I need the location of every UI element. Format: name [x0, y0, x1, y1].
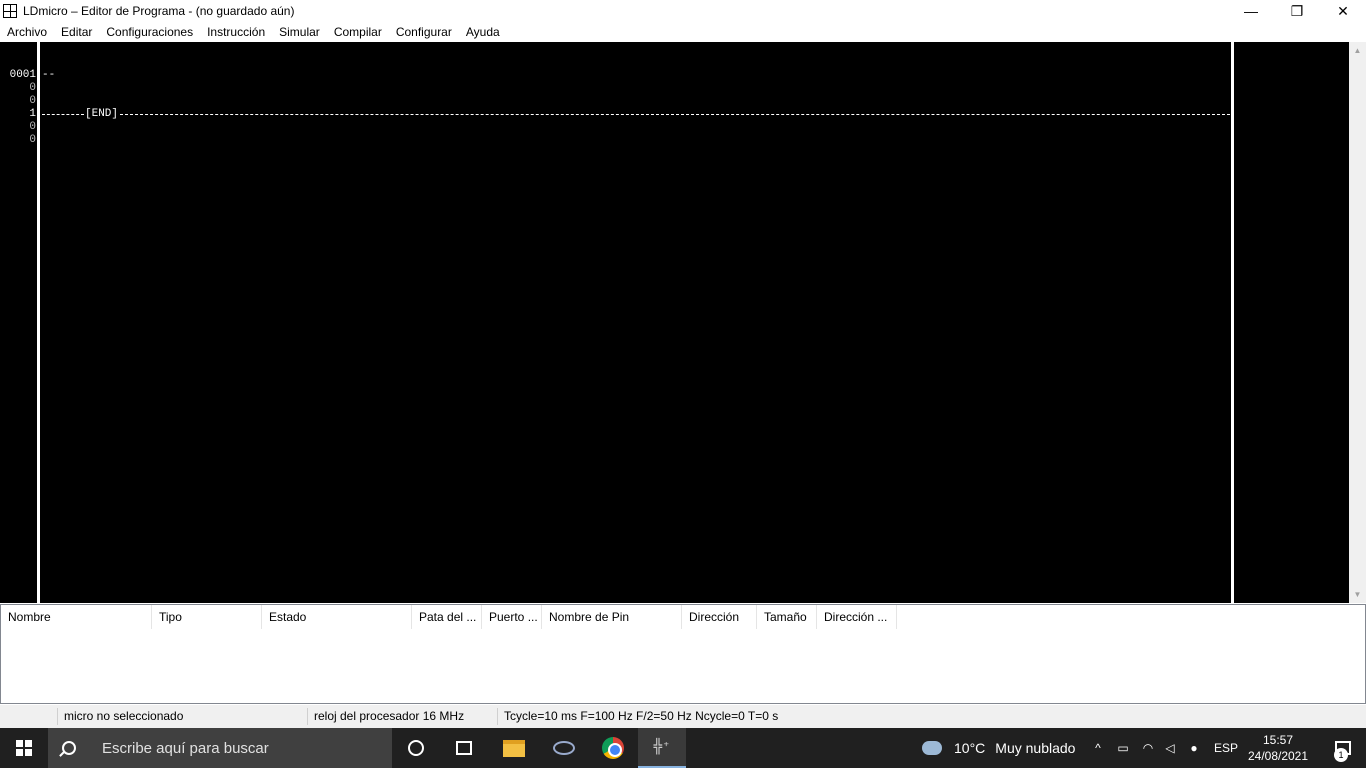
taskbar-search[interactable]: Escribe aquí para buscar [48, 728, 392, 768]
cortana-icon[interactable] [392, 728, 440, 768]
maximize-button[interactable]: ❐ [1274, 0, 1320, 22]
windows-icon [16, 740, 32, 756]
end-wire-right [120, 114, 1230, 115]
status-clock: reloj del procesador 16 MHz [314, 709, 465, 723]
security-alert-icon[interactable]: ● [1186, 740, 1202, 756]
search-placeholder: Escribe aquí para buscar [102, 739, 269, 757]
minimize-button[interactable]: — [1228, 0, 1274, 22]
file-explorer-icon[interactable] [490, 728, 538, 768]
language-indicator[interactable]: ESP [1214, 728, 1238, 768]
window-title: LDmicro – Editor de Programa - (no guard… [23, 4, 295, 18]
status-bar: micro no seleccionado reloj del procesad… [0, 705, 1366, 728]
menu-bar: Archivo Editar Configuraciones Instrucci… [0, 22, 1366, 42]
chevron-up-icon[interactable]: ^ [1090, 740, 1106, 756]
weather-description: Muy nublado [995, 740, 1076, 756]
column-estado[interactable]: Estado [262, 605, 412, 629]
wifi-icon[interactable]: ◠ [1140, 740, 1156, 756]
weather-widget[interactable]: 10°C Muy nublado [919, 728, 1076, 768]
cloudy-weather-icon [919, 736, 942, 755]
battery-icon[interactable]: ▭ [1115, 740, 1131, 756]
column-direccion-2[interactable]: Dirección ... [817, 605, 897, 629]
ladder-editor[interactable]: 0001 0 0 -- 1 0 0 [END] [0, 42, 1349, 603]
close-button[interactable]: ✕ [1320, 0, 1366, 22]
scroll-down-icon[interactable]: ▼ [1349, 586, 1366, 603]
clock[interactable]: 15:57 24/08/2021 [1243, 732, 1313, 764]
clock-date: 24/08/2021 [1247, 749, 1309, 763]
weather-temperature: 10°C [954, 740, 986, 756]
column-pata[interactable]: Pata del ... [412, 605, 482, 629]
app-icon [3, 4, 17, 18]
end-sub-number: 0 [29, 134, 36, 146]
start-button[interactable] [0, 728, 48, 768]
menu-instruccion[interactable]: Instrucción [200, 22, 272, 42]
menu-simular[interactable]: Simular [272, 22, 327, 42]
end-rung-number: 1 [29, 108, 36, 120]
status-cycle: Tcycle=10 ms F=100 Hz F/2=50 Hz Ncycle=0… [504, 709, 779, 723]
clock-time: 15:57 [1262, 733, 1294, 747]
scroll-up-icon[interactable]: ▲ [1349, 42, 1366, 59]
column-direccion[interactable]: Dirección [682, 605, 757, 629]
end-instruction[interactable]: [END] [85, 108, 118, 121]
column-nombre-pin[interactable]: Nombre de Pin [542, 605, 682, 629]
io-list-header: Nombre Tipo Estado Pata del ... Puerto .… [1, 605, 1365, 629]
vertical-scrollbar[interactable]: ▲ ▼ [1349, 42, 1366, 603]
column-puerto[interactable]: Puerto ... [482, 605, 542, 629]
rung-sub-number: 0 [29, 82, 36, 94]
menu-compilar[interactable]: Compilar [327, 22, 389, 42]
rung-sub-number: 0 [29, 95, 36, 107]
task-view-icon[interactable] [440, 728, 488, 768]
status-separator [57, 708, 58, 725]
volume-icon[interactable]: ◁ [1162, 740, 1178, 756]
right-power-rail [1231, 42, 1234, 603]
app-icon[interactable] [540, 728, 588, 768]
column-tamano[interactable]: Tamaño [757, 605, 817, 629]
column-nombre[interactable]: Nombre [1, 605, 152, 629]
io-list[interactable]: Nombre Tipo Estado Pata del ... Puerto .… [0, 604, 1366, 704]
ldmicro-glyph: ╬⁺ [653, 739, 671, 755]
end-sub-number: 0 [29, 121, 36, 133]
status-micro: micro no seleccionado [64, 709, 184, 723]
notification-badge: 1 [1334, 748, 1348, 762]
search-icon [62, 741, 76, 755]
ldmicro-taskbar-icon[interactable]: ╬⁺ [638, 728, 686, 768]
menu-ayuda[interactable]: Ayuda [459, 22, 507, 42]
left-power-rail [37, 42, 40, 603]
chrome-icon[interactable] [589, 728, 637, 768]
rung-wire[interactable]: -- [42, 69, 55, 82]
menu-configurar[interactable]: Configurar [389, 22, 459, 42]
rung-number: 0001 [9, 69, 36, 81]
menu-editar[interactable]: Editar [54, 22, 99, 42]
title-bar: LDmicro – Editor de Programa - (no guard… [0, 0, 1366, 22]
column-tipo[interactable]: Tipo [152, 605, 262, 629]
end-wire-left [42, 114, 84, 115]
taskbar: Escribe aquí para buscar ╬⁺ 10°C Muy nub… [0, 728, 1366, 768]
menu-archivo[interactable]: Archivo [0, 22, 54, 42]
status-separator [497, 708, 498, 725]
status-separator [307, 708, 308, 725]
menu-configuraciones[interactable]: Configuraciones [99, 22, 200, 42]
